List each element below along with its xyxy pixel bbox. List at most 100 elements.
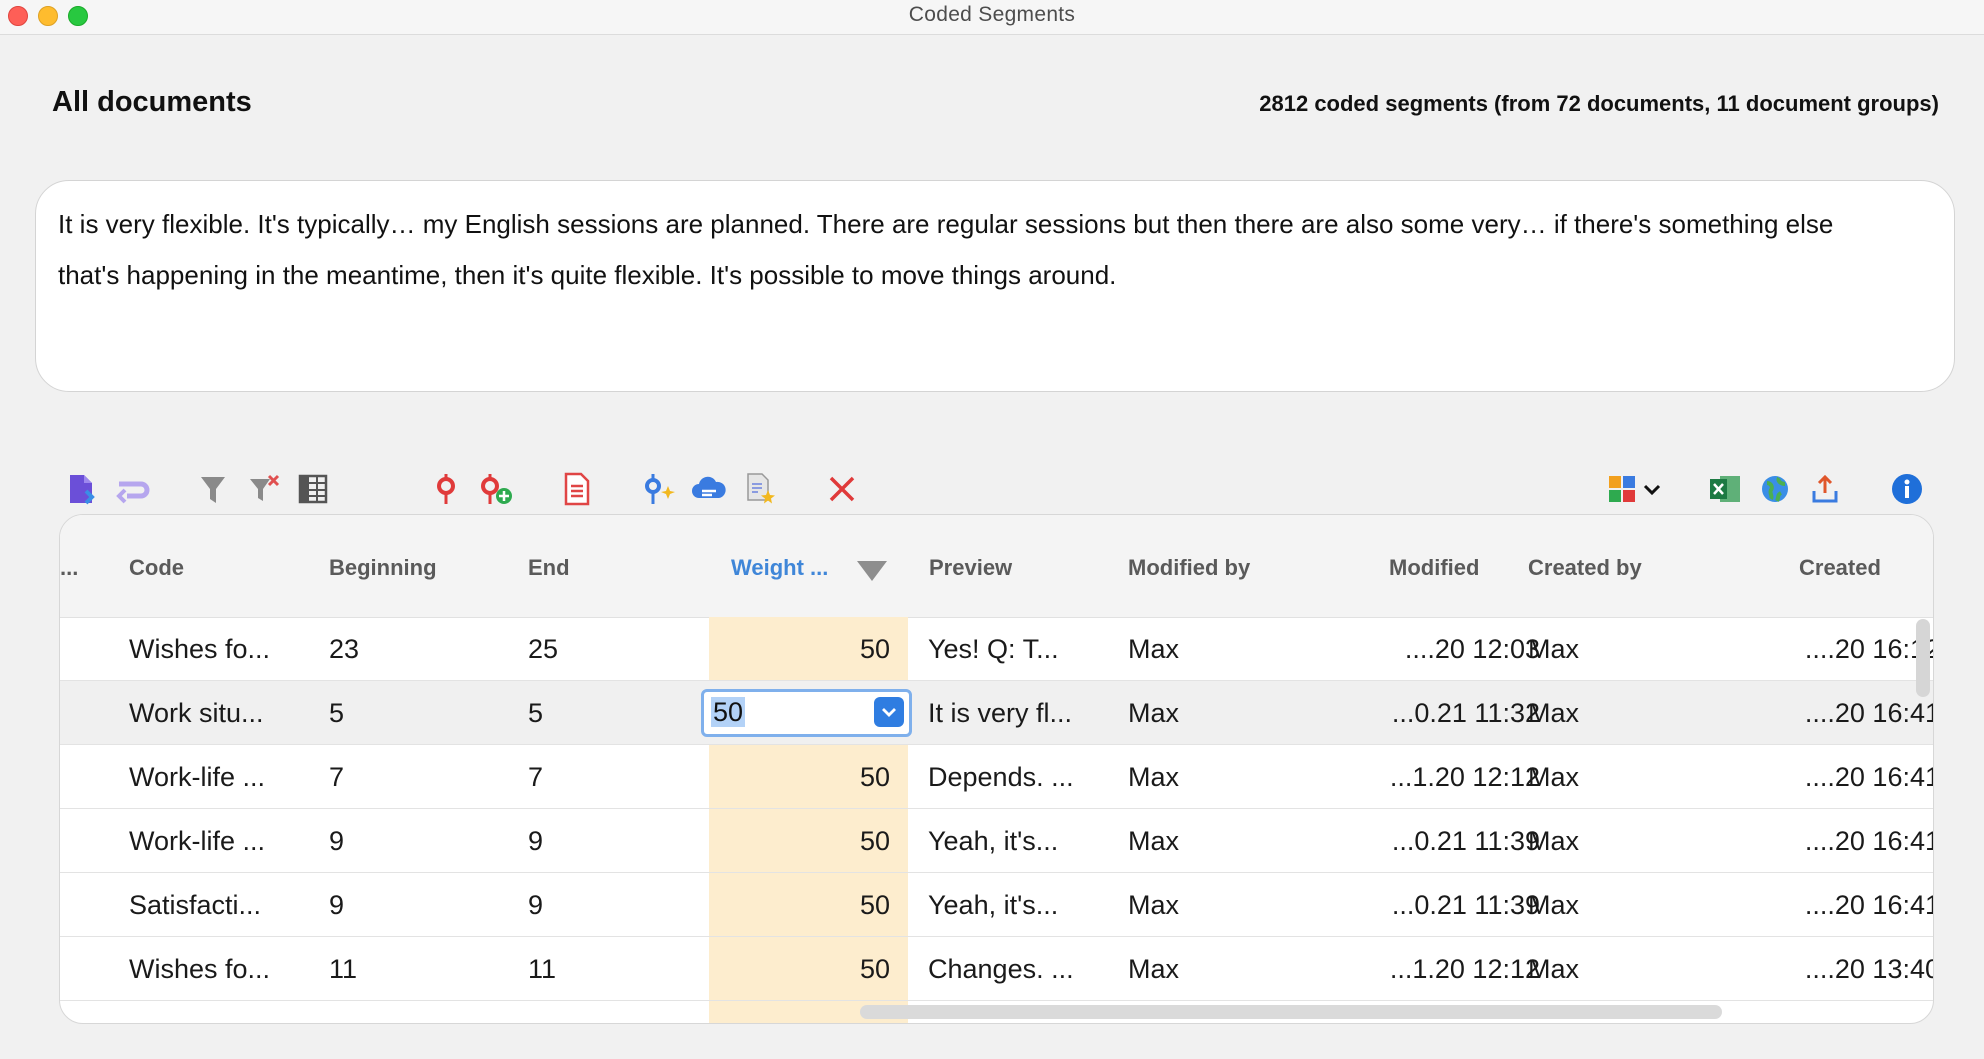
table-header: ... Code Beginning End Weight ... Previe… [60,515,1933,618]
table-row[interactable]: Satisfacti... 9 9 50 Yeah, it's... Max .… [60,873,1933,937]
document-icon[interactable] [556,465,598,513]
cell-modified: ....20 12:03 [1404,634,1540,664]
cell-weight[interactable]: 50 [710,954,890,985]
cell-created: ....20 16:41 [1804,826,1934,856]
weight-input[interactable]: 50 [711,697,746,727]
cell-preview: Yeah, it's... [928,826,1059,856]
column-header-truncated[interactable]: ... [60,555,78,581]
cell-modified: ...0.21 11:39 [1391,826,1540,856]
cell-weight[interactable]: 50 [710,634,890,665]
column-header-created[interactable]: Created [1799,555,1881,581]
cell-modified: ...0.21 11:39 [1391,890,1540,920]
column-header-modified-by[interactable]: Modified by [1128,555,1250,581]
cell-end: 11 [528,954,557,984]
cell-code: Work situ... [129,698,264,728]
column-header-weight[interactable]: Weight ... [731,555,828,581]
cell-modified: ...1.20 12:12 [1389,954,1540,984]
cell-created: ....20 16:12 [1804,634,1934,664]
activate-document-icon[interactable] [60,465,102,513]
cell-beginning: 9 [329,890,345,920]
column-header-created-by[interactable]: Created by [1528,555,1642,581]
cell-modified-by: Max [1128,698,1180,728]
cell-code: Work-life ... [129,762,266,792]
column-header-preview[interactable]: Preview [929,555,1012,581]
segment-preview-text: It is very flexible. It's typically… my … [58,209,1834,290]
cell-beginning: 11 [329,954,358,984]
cell-code: Wishes fo... [129,634,271,664]
title-bar: Coded Segments [0,0,1984,35]
cell-end: 9 [528,890,544,920]
table-row[interactable]: Wishes fo... 11 11 50 Changes. ... Max .… [60,937,1933,1001]
cell-weight[interactable]: 50 [710,762,890,793]
cell-modified-by: Max [1128,826,1180,856]
cell-modified-by: Max [1128,762,1180,792]
cell-created-by: Max [1528,698,1580,728]
cell-created: ....20 16:41 [1804,890,1934,920]
cell-weight[interactable]: 50 [710,890,890,921]
segment-preview-panel[interactable]: It is very flexible. It's typically… my … [35,180,1955,392]
code-icon[interactable] [425,465,467,513]
table-row[interactable]: Work-life ... 7 7 50 Depends. ... Max ..… [60,745,1933,809]
segment-count: 2812 coded segments (from 72 documents, … [1259,91,1939,116]
cell-modified: ...0.21 11:32 [1391,698,1540,728]
cell-created-by: Max [1528,634,1580,664]
cell-created: ....20 16:41 [1804,762,1934,792]
cell-created: ....20 16:41 [1804,698,1934,728]
columns-icon[interactable] [292,465,334,513]
cell-created-by: Max [1528,890,1580,920]
column-header-modified[interactable]: Modified [1389,555,1479,581]
cell-beginning: 5 [329,698,345,728]
favorite-icon[interactable] [740,465,782,513]
table-row[interactable]: Wishes fo... 23 25 50 Yes! Q: T... Max .… [60,617,1933,681]
excel-export-icon[interactable] [1704,465,1746,513]
retrieve-icon[interactable] [112,465,154,513]
cell-modified-by: Max [1128,890,1180,920]
cell-created: ....20 13:40 [1804,954,1934,984]
column-header-code[interactable]: Code [129,555,184,581]
filter-icon[interactable] [192,465,234,513]
cell-end: 25 [528,634,559,664]
table-row-selected[interactable]: Work situ... 5 5 50 It is very fl... Max… [60,681,1933,745]
window-title: Coded Segments [908,3,1076,26]
sort-descending-icon[interactable] [857,561,887,581]
cell-preview: Depends. ... [928,762,1074,792]
horizontal-scrollbar[interactable] [860,1005,1722,1019]
cell-created-by: Max [1528,762,1580,792]
add-code-icon[interactable] [475,465,517,513]
cell-modified-by: Max [1128,634,1180,664]
cell-code: Satisfacti... [129,890,262,920]
info-icon[interactable] [1886,465,1928,513]
puzzle-icon[interactable] [1606,465,1666,513]
cell-preview: Yes! Q: T... [928,634,1059,664]
cell-created-by: Max [1528,954,1580,984]
cell-preview: It is very fl... [928,698,1073,728]
web-export-icon[interactable] [1754,465,1796,513]
cell-beginning: 7 [329,762,345,792]
smart-coding-icon[interactable] [638,465,680,513]
cell-modified-by: Max [1128,954,1180,984]
export-icon[interactable] [1804,465,1846,513]
cell-beginning: 9 [329,826,345,856]
table-row[interactable]: Work-life ... 9 9 50 Yeah, it's... Max .… [60,809,1933,873]
toolbar [0,465,1984,515]
summary-icon[interactable] [688,465,730,513]
coded-segments-table[interactable]: ... Code Beginning End Weight ... Previe… [59,514,1934,1024]
cell-end: 9 [528,826,544,856]
clear-filter-icon[interactable] [243,465,285,513]
cell-beginning: 23 [329,634,360,664]
page-title: All documents [52,86,252,118]
cell-end: 7 [528,762,544,792]
cell-code: Work-life ... [129,826,266,856]
column-header-beginning[interactable]: Beginning [329,555,437,581]
chevron-down-icon[interactable] [874,697,904,727]
cell-preview: Yeah, it's... [928,890,1059,920]
cell-weight[interactable]: 50 [710,826,890,857]
delete-icon[interactable] [821,465,863,513]
cell-end: 5 [528,698,544,728]
vertical-scrollbar[interactable] [1916,619,1930,697]
cell-preview: Changes. ... [928,954,1074,984]
cell-modified: ...1.20 12:12 [1389,762,1540,792]
column-header-end[interactable]: End [528,555,570,581]
weight-combo-box[interactable]: 50 [701,689,912,737]
cell-created-by: Max [1528,826,1580,856]
